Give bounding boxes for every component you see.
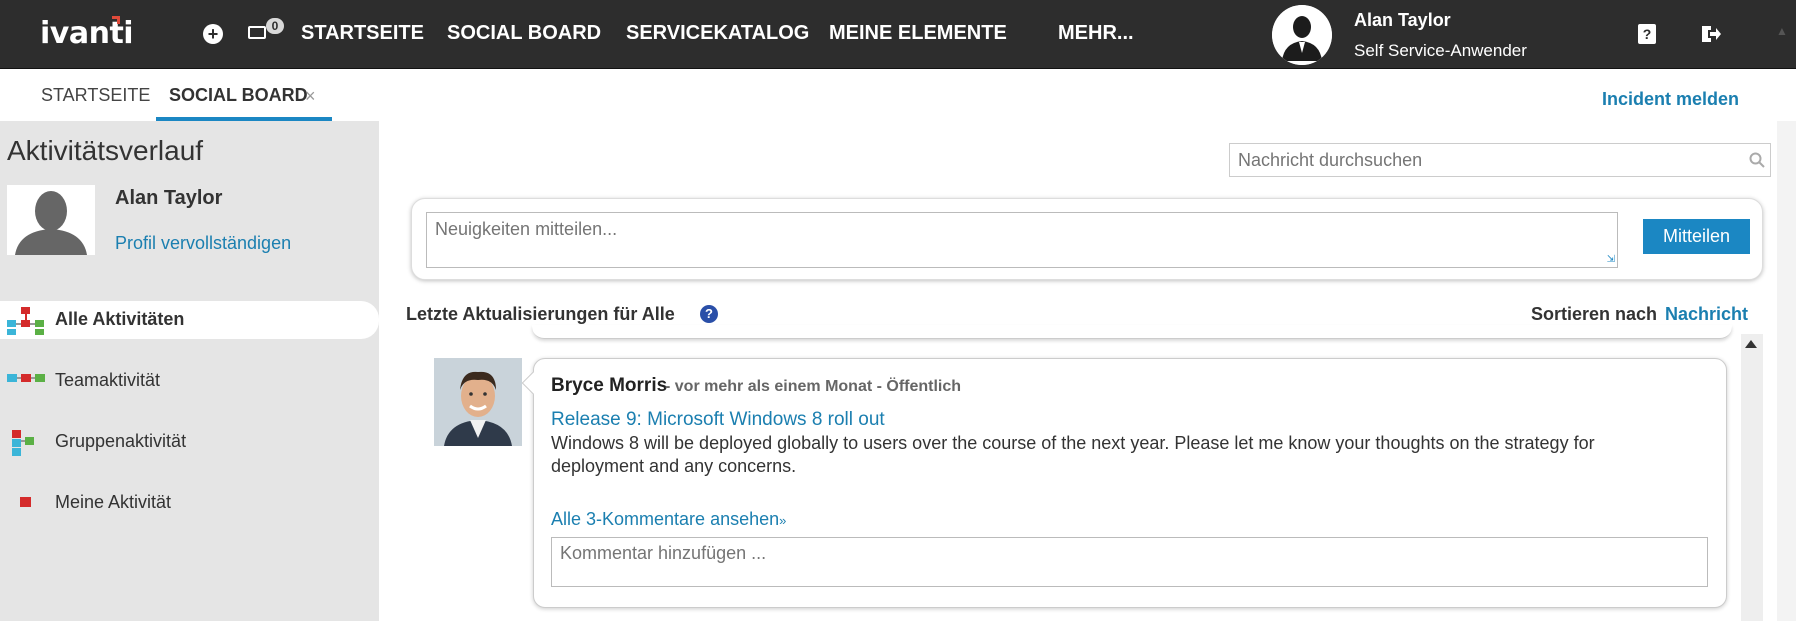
comment-input[interactable]: [552, 538, 1707, 586]
page-scroll-up-icon[interactable]: ▲: [1776, 24, 1788, 38]
post-author-name[interactable]: Bryce Morris: [551, 375, 667, 397]
complete-profile-link[interactable]: Profil vervollständigen: [115, 233, 291, 254]
sidebar-item-all-activities[interactable]: Alle Aktivitäten: [0, 301, 379, 339]
page-scrollbar[interactable]: [1777, 121, 1796, 621]
report-incident-link[interactable]: Incident melden: [1602, 89, 1739, 110]
my-activity-icon: [20, 497, 31, 507]
updates-heading: Letzte Aktualisierungen für Alle: [406, 304, 675, 324]
share-news-card: ⇲ Mitteilen: [411, 198, 1763, 280]
share-input-wrapper: ⇲: [426, 212, 1618, 268]
default-avatar-icon: [7, 185, 95, 255]
message-count-badge: 0: [266, 18, 284, 34]
previous-post-edge: [532, 325, 1732, 339]
sidebar-item-label: Meine Aktivität: [55, 492, 172, 512]
sidebar-item-label: Alle Aktivitäten: [55, 309, 185, 329]
expand-chevron-icon: »: [779, 513, 787, 528]
post-meta: - vor mehr als einem Monat - Öffentlich: [665, 378, 962, 395]
help-icon[interactable]: ?: [1638, 24, 1656, 44]
nav-servicekatalog[interactable]: SERVICEKATALOG: [626, 22, 809, 45]
sidebar-item-team-activity[interactable]: Teamaktivität: [0, 362, 379, 400]
user-name[interactable]: Alan Taylor: [1354, 10, 1451, 31]
resize-grip-icon[interactable]: ⇲: [1607, 254, 1615, 265]
add-icon[interactable]: +: [203, 24, 223, 44]
nav-meine-elemente[interactable]: MEINE ELEMENTE: [829, 22, 1007, 45]
view-comments-link[interactable]: Alle 3-Kommentare ansehen»: [551, 509, 786, 530]
logout-glyph-icon: [1702, 26, 1721, 42]
message-search: [1229, 143, 1771, 177]
activity-sidebar: Aktivitätsverlauf Alan Taylor Profil ver…: [0, 121, 379, 621]
nav-social-board[interactable]: SOCIAL BOARD: [447, 22, 601, 45]
group-activity-icon: [12, 430, 34, 456]
sidebar-item-group-activity[interactable]: Gruppenaktivität: [0, 423, 379, 461]
messages-icon[interactable]: 0: [248, 18, 284, 40]
post-author-avatar[interactable]: [434, 358, 522, 446]
user-avatar[interactable]: [1272, 5, 1332, 65]
sidebar-item-label: Gruppenaktivität: [55, 431, 187, 451]
sort-by-dropdown[interactable]: Nachricht: [1665, 304, 1748, 325]
logout-icon[interactable]: [1700, 24, 1722, 44]
user-role: Self Service-Anwender: [1354, 41, 1527, 60]
nav-startseite[interactable]: STARTSEITE: [301, 22, 424, 45]
sidebar-item-label: Teamaktivität: [55, 370, 161, 390]
top-navigation-bar: ivanti + 0 STARTSEITE SOCIAL BOARD SERVI…: [0, 0, 1796, 69]
tabs-bar: STARTSEITE SOCIAL BOARD × Incident melde…: [0, 69, 1796, 121]
post-pointer: [521, 371, 545, 395]
chat-bubble-icon: [248, 26, 266, 39]
nav-mehr[interactable]: MEHR...: [1058, 22, 1134, 45]
share-news-input[interactable]: [427, 213, 1617, 267]
profile-avatar[interactable]: [7, 185, 95, 255]
activity-post-card: Bryce Morris - vor mehr als einem Monat …: [521, 358, 1727, 608]
close-tab-icon[interactable]: ×: [305, 86, 316, 107]
tab-social-board[interactable]: SOCIAL BOARD: [169, 85, 308, 106]
post-title-link[interactable]: Release 9: Microsoft Windows 8 roll out: [551, 409, 885, 431]
help-circle-icon[interactable]: ?: [700, 305, 718, 323]
sidebar-title: Aktivitätsverlauf: [7, 135, 204, 166]
tab-startseite[interactable]: STARTSEITE: [41, 85, 150, 106]
comment-input-wrapper: [551, 537, 1708, 587]
view-comments-label: Alle 3-Kommentare ansehen: [551, 509, 780, 529]
all-activities-icon: [7, 307, 44, 335]
share-button[interactable]: Mitteilen: [1643, 219, 1750, 254]
user-silhouette-icon: [1272, 5, 1332, 65]
post-body: Windows 8 will be deployed globally to u…: [551, 433, 1595, 476]
profile-name: Alan Taylor: [115, 187, 223, 209]
logo-mark-icon: [112, 16, 120, 24]
search-icon[interactable]: [1749, 152, 1765, 168]
author-photo-icon: [434, 358, 522, 446]
sidebar-item-my-activity[interactable]: Meine Aktivität: [0, 484, 379, 522]
feed-scrollbar[interactable]: [1741, 334, 1763, 621]
team-activity-icon: [7, 374, 45, 382]
scroll-up-arrow-icon[interactable]: [1745, 340, 1757, 348]
search-input[interactable]: [1230, 144, 1740, 176]
sort-label: Sortieren nach: [1531, 304, 1658, 324]
